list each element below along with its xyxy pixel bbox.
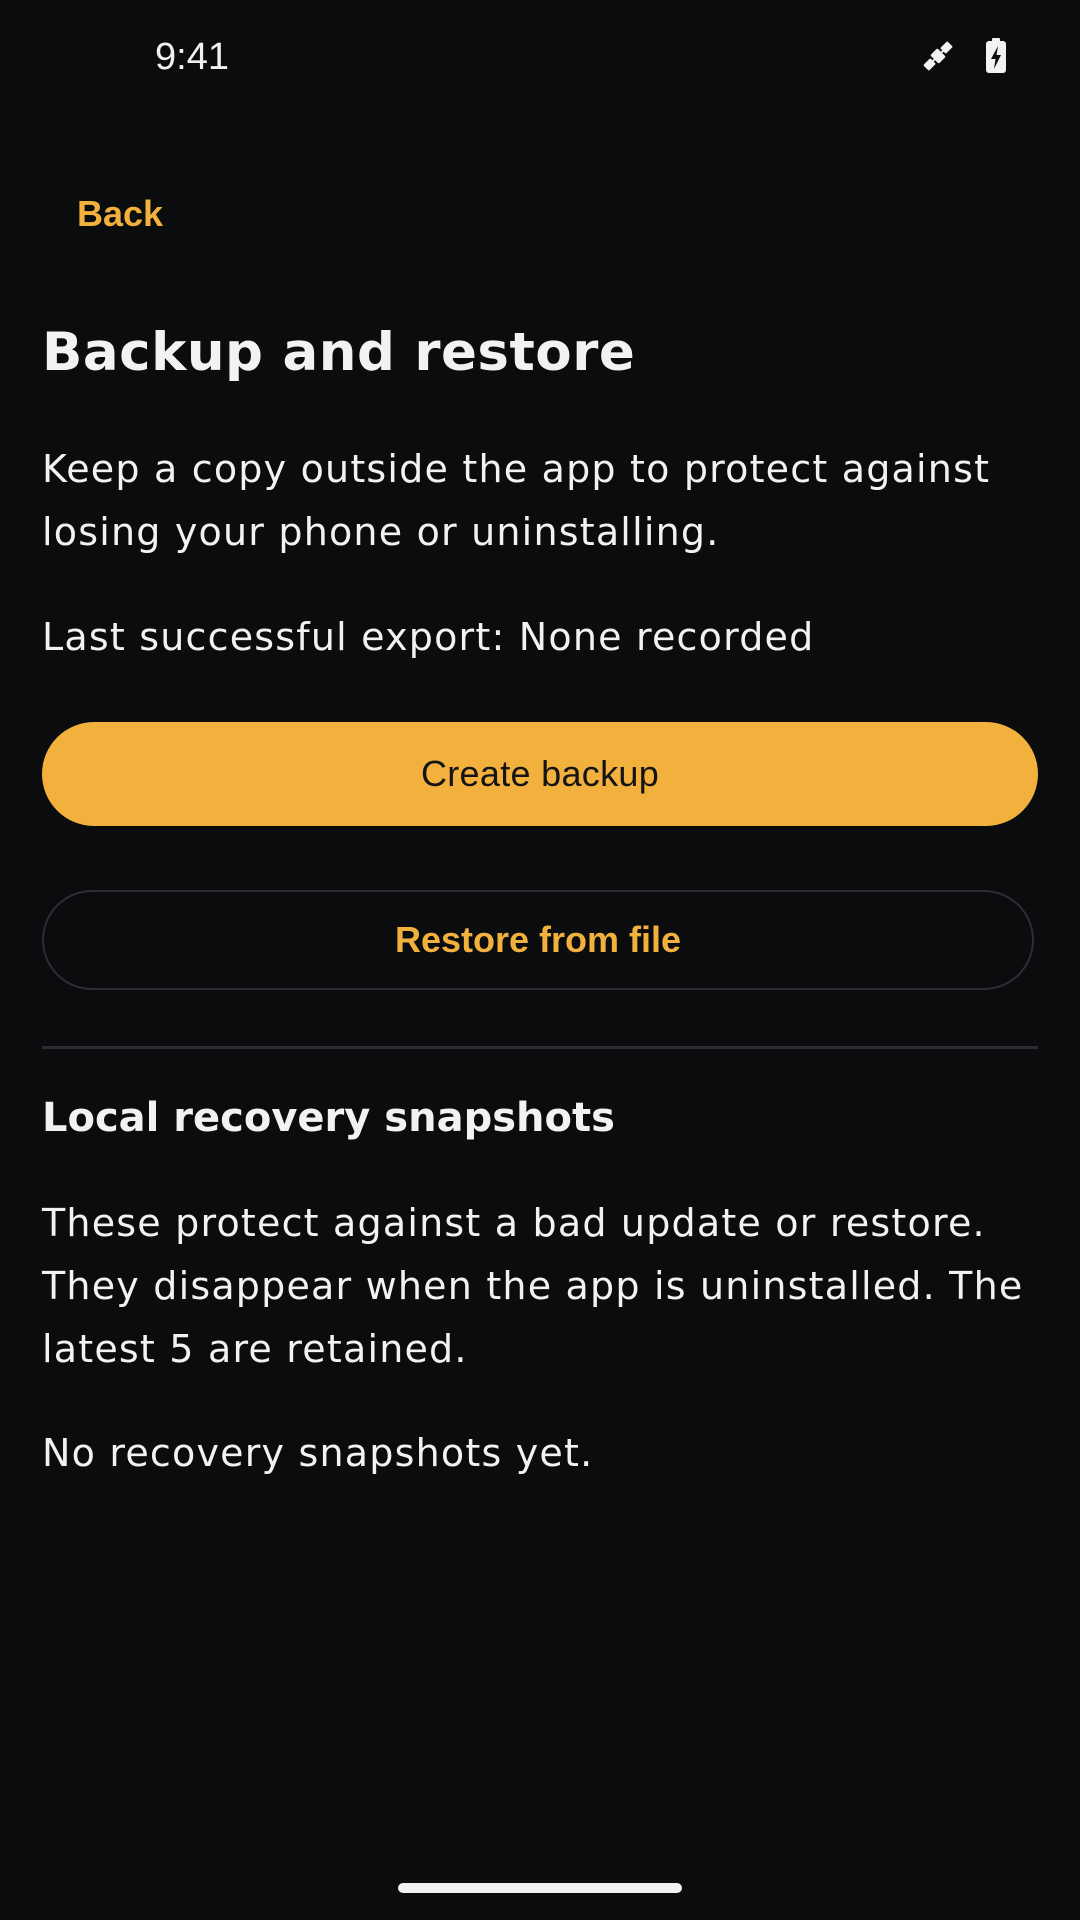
satellite-icon bbox=[918, 36, 958, 80]
status-icons bbox=[918, 36, 1008, 80]
home-indicator[interactable] bbox=[398, 1883, 682, 1893]
snapshots-description: These protect against a bad update or re… bbox=[42, 1201, 1024, 1371]
status-time: 9:41 bbox=[155, 36, 229, 78]
section-divider bbox=[42, 1046, 1038, 1049]
intro-text: Keep a copy outside the app to protect a… bbox=[42, 447, 991, 554]
back-button[interactable]: Back bbox=[77, 193, 163, 235]
battery-charging-icon bbox=[984, 36, 1008, 80]
create-backup-button[interactable]: Create backup bbox=[42, 722, 1038, 826]
last-export-status: Last successful export: None recorded bbox=[42, 615, 815, 659]
snapshots-section-title: Local recovery snapshots bbox=[42, 1095, 615, 1141]
status-bar: 9:41 bbox=[0, 0, 1080, 120]
restore-from-file-button[interactable]: Restore from file bbox=[42, 890, 1034, 990]
page-title: Backup and restore bbox=[42, 322, 636, 383]
snapshots-empty-state: No recovery snapshots yet. bbox=[42, 1431, 594, 1475]
